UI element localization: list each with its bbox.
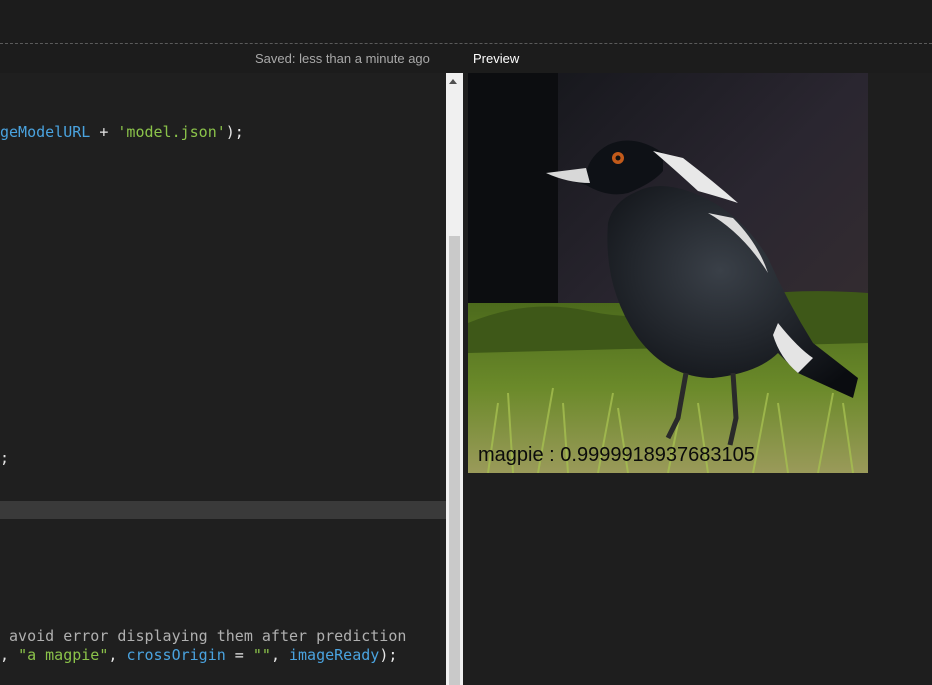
code-token: = (225, 646, 253, 664)
magpie-photo (468, 73, 868, 473)
scroll-up-arrow-icon[interactable] (449, 79, 457, 84)
code-line: geModelURL + 'model.json'); (0, 123, 244, 141)
code-line: avoid error displaying them after predic… (0, 627, 406, 645)
code-token: + (90, 123, 118, 141)
prediction-label: magpie : 0.9999918937683105 (478, 444, 755, 466)
code-token: ); (379, 646, 398, 664)
code-token: crossOrigin (126, 646, 226, 664)
save-status: Saved: less than a minute ago (255, 51, 430, 66)
code-token: "a magpie" (18, 646, 109, 664)
scrollbar-thumb[interactable] (449, 236, 460, 685)
code-token: "" (252, 646, 271, 664)
code-line: , "a magpie", crossOrigin = "", imageRea… (0, 646, 397, 664)
code-token: avoid error displaying them after predic… (0, 627, 407, 645)
status-bar (0, 44, 932, 72)
tab-preview[interactable]: Preview (473, 51, 519, 66)
code-token: 'model.json' (117, 123, 226, 141)
code-editor[interactable]: geModelURL + 'model.json'); ; avoid erro… (0, 73, 446, 685)
code-token: , (108, 646, 127, 664)
code-token: geModelURL (0, 123, 91, 141)
editor-split-bar[interactable] (0, 501, 446, 519)
code-token: ; (0, 449, 10, 467)
code-line: ; (0, 449, 9, 467)
code-token: ); (225, 123, 244, 141)
top-bar (0, 0, 932, 43)
code-token: , (0, 646, 19, 664)
code-token: imageReady (289, 646, 380, 664)
code-token: , (270, 646, 289, 664)
